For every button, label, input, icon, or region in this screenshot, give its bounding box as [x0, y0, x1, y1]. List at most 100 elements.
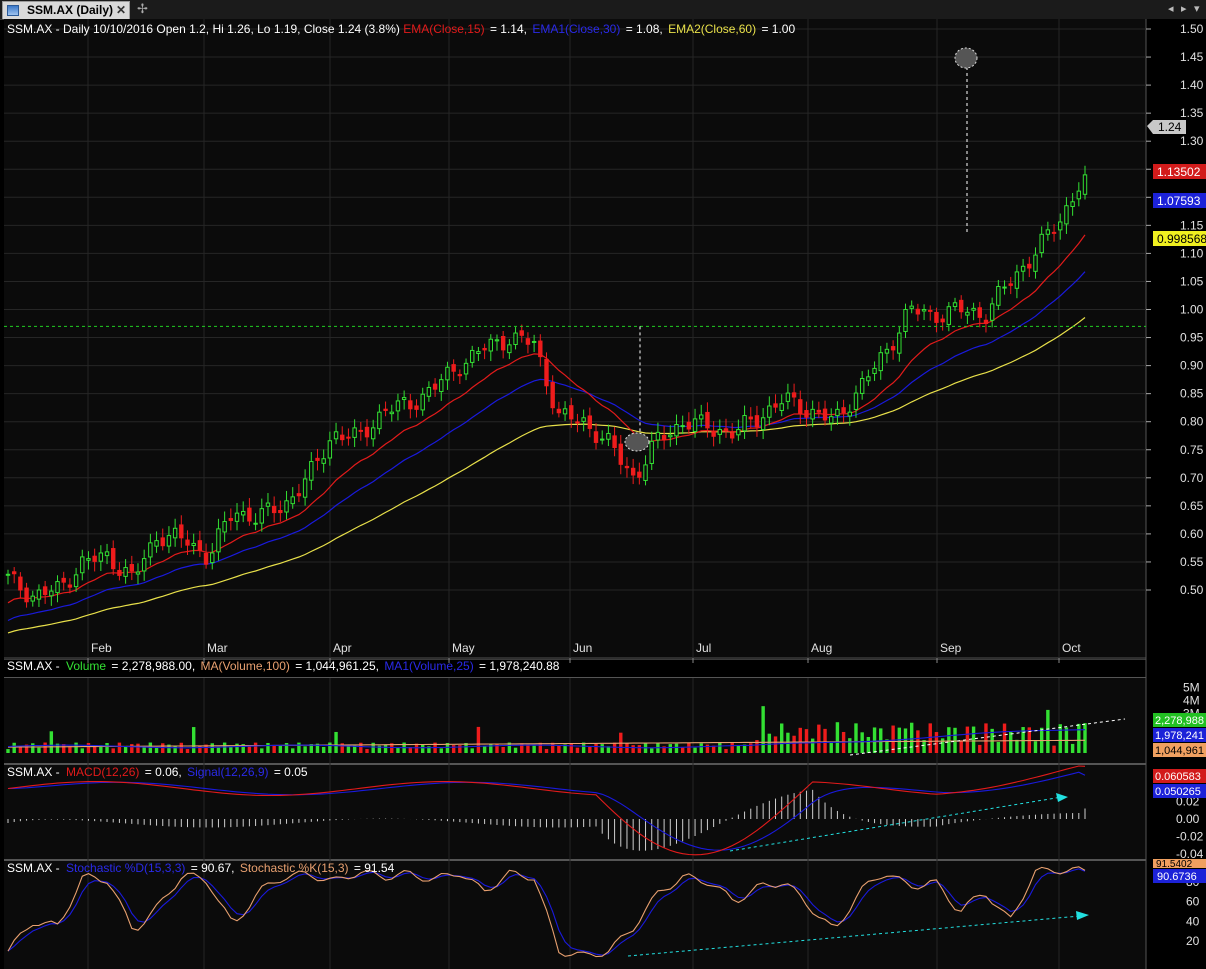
candle-up: [80, 556, 85, 574]
volume-bar: [600, 744, 604, 753]
stoch-k-tag: 91.5402: [1156, 859, 1193, 870]
stoch-d-value: = 90.67,: [191, 861, 235, 875]
volume-ma25-tag: 1,978,241: [1155, 730, 1204, 742]
volume-bar: [272, 745, 276, 753]
volume-bar: [1033, 741, 1038, 753]
candle-down: [686, 421, 692, 430]
price-tick-label: 0.60: [1180, 527, 1204, 541]
macd-value: = 0.06,: [145, 765, 182, 779]
volume-bar: [829, 742, 833, 753]
volume-bar: [470, 748, 474, 753]
volume-bar: [247, 746, 252, 753]
new-tab-icon[interactable]: ✢: [137, 1, 148, 17]
candle-up: [476, 351, 481, 354]
volume-bar: [538, 742, 543, 753]
price-header: SSM.AX - Daily 10/10/2016 Open 1.2, Hi 1…: [7, 22, 795, 36]
candle-up: [265, 502, 271, 507]
volume-bar: [383, 744, 388, 753]
volume-bar: [1077, 723, 1081, 753]
candle-down: [729, 432, 735, 439]
tab-ssm-daily[interactable]: SSM.AX (Daily) ✕: [2, 1, 130, 19]
volume-bar: [798, 727, 802, 753]
candle-down: [42, 586, 48, 595]
candle-up: [859, 378, 865, 394]
candle-up: [680, 425, 685, 428]
ema30-tag: 1.07593: [1157, 194, 1201, 208]
volume-bar: [687, 742, 691, 753]
candle-down: [723, 428, 729, 431]
volume-bar: [581, 742, 586, 753]
candle-up: [352, 427, 357, 438]
tab-label: SSM.AX (Daily): [27, 3, 114, 17]
macd-tag: 0.060583: [1155, 771, 1201, 783]
candle-down: [451, 364, 456, 372]
volume-bar: [699, 743, 703, 753]
scroll-left-icon[interactable]: ◂: [1168, 2, 1174, 15]
candle-up: [284, 500, 289, 513]
volume-bar: [854, 723, 858, 753]
volume-bar: [705, 744, 710, 753]
volume-bar: [198, 745, 202, 753]
candle-down: [383, 408, 388, 411]
volume-value: = 2,278,988.00,: [111, 659, 195, 673]
ema60-value: = 1.00: [761, 22, 795, 36]
month-label: Oct: [1062, 641, 1081, 655]
volume-bar: [31, 743, 35, 753]
target-marker: [954, 47, 978, 69]
candle-down: [346, 436, 351, 439]
candle-down: [129, 564, 134, 572]
candle-down: [890, 346, 896, 351]
candle-down: [179, 524, 184, 539]
close-icon[interactable]: ✕: [116, 2, 126, 19]
volume-bar: [532, 745, 536, 753]
candle-up: [847, 411, 852, 417]
candle-up: [166, 535, 172, 547]
volume-bar: [284, 742, 289, 753]
volume-bar: [37, 747, 41, 753]
candle-up: [878, 352, 883, 372]
month-label: Sep: [940, 641, 962, 655]
stoch-k-value: = 91.54: [354, 861, 395, 875]
candle-down: [197, 540, 203, 551]
volume-bar: [260, 748, 264, 753]
volume-bar: [693, 747, 697, 753]
candle-down: [593, 431, 599, 443]
candle-up: [234, 512, 240, 522]
candle-up: [872, 367, 877, 374]
candle-down: [247, 507, 252, 522]
volume-bar: [334, 731, 338, 753]
volume-name: Volume: [66, 659, 106, 673]
candle-up: [172, 527, 178, 539]
candle-down: [61, 577, 66, 583]
volume-bar: [123, 746, 128, 753]
candle-down: [1051, 231, 1057, 234]
chart-area[interactable]: 1.501.451.401.351.301.251.201.151.101.05…: [0, 19, 1206, 969]
candle-down: [612, 435, 617, 449]
month-label: Feb: [91, 641, 112, 655]
candle-up: [1082, 174, 1088, 195]
tab-menu-icon[interactable]: ▾: [1194, 2, 1200, 15]
candle-down: [358, 429, 364, 432]
month-label: Jul: [696, 641, 711, 655]
candle-down: [841, 407, 846, 414]
candle-up: [104, 551, 110, 557]
tab-bar: SSM.AX (Daily) ✕ ✢ ◂ ▸ ▾: [0, 0, 1206, 20]
candle-up: [897, 332, 902, 354]
candle-down: [315, 457, 320, 461]
volume-bar: [12, 742, 16, 753]
ema15-name: EMA(Close,15): [403, 22, 484, 36]
candle-down: [185, 539, 190, 546]
candle-down: [934, 311, 939, 323]
candle-up: [1070, 201, 1075, 208]
volume-ma100-tag: 1,044,961: [1155, 745, 1204, 757]
volume-bar: [804, 729, 809, 753]
price-tick-label: 0.65: [1180, 499, 1204, 513]
candle-up: [909, 305, 914, 309]
candle-up: [606, 432, 611, 440]
candle-down: [525, 338, 531, 345]
scroll-right-icon[interactable]: ▸: [1181, 2, 1187, 15]
candle-down: [816, 409, 822, 413]
candle-down: [432, 383, 438, 390]
volume-bar: [996, 741, 1001, 753]
ema60-tag: 0.998568: [1157, 232, 1206, 246]
